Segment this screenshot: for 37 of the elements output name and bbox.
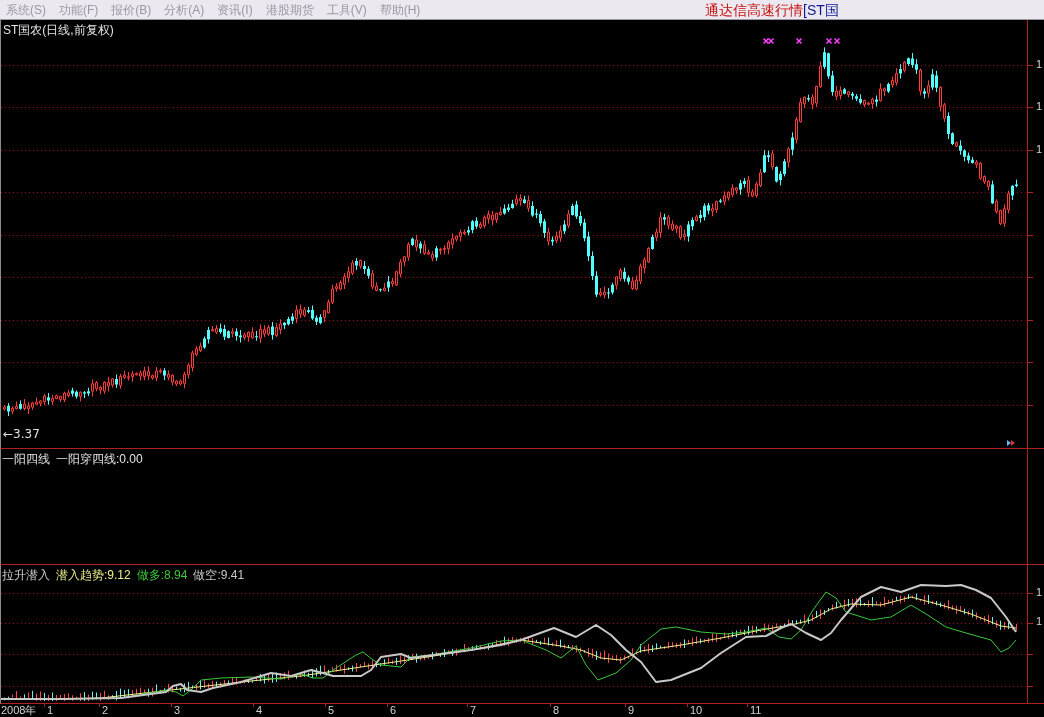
date-label: 7 — [470, 704, 477, 716]
date-label: 11 — [750, 704, 762, 716]
date-label: 8 — [553, 704, 560, 716]
date-label: 9 — [628, 704, 635, 716]
axis-label: 1 — [1036, 58, 1043, 71]
cross-marker-icon — [795, 37, 803, 45]
menu-item[interactable]: 港股期货 — [265, 1, 314, 18]
series-readout: 潜入趋势:9.12 — [56, 568, 131, 582]
date-label: 10 — [690, 704, 703, 716]
date-label: 3 — [174, 704, 181, 716]
menu-item[interactable]: 工具(V) — [326, 1, 367, 18]
indicator-readout: 一阳穿四线:0.00 — [56, 452, 143, 466]
date-label: 5 — [328, 704, 335, 716]
indicator-name: 一阳四线 — [2, 452, 50, 466]
axis-label: 1 — [1036, 615, 1043, 628]
axis-label: 1 — [1036, 100, 1043, 113]
series-readout: 做多:8.94 — [136, 568, 188, 582]
menu-item[interactable]: 系统(S) — [6, 1, 46, 18]
menu-item[interactable]: 分析(A) — [164, 1, 205, 18]
stock-title: [ST国 — [803, 0, 839, 19]
menu-item[interactable]: 帮助(H) — [379, 1, 421, 18]
menu-item[interactable]: 报价(B) — [111, 1, 152, 18]
axis-label: 1 — [1036, 586, 1043, 599]
series-readout: 做空:9.41 — [193, 568, 245, 582]
low-price-label: ←3.37 — [3, 427, 40, 441]
date-label: 2008年 — [1, 704, 37, 716]
date-label: 6 — [390, 704, 397, 716]
double-arrow-icon[interactable] — [1007, 440, 1015, 446]
date-label: 2 — [102, 704, 109, 716]
chart-title: ST国农(日线,前复权) — [3, 23, 114, 37]
menu-item[interactable]: 资讯(I) — [217, 1, 253, 18]
date-label: 4 — [256, 704, 263, 716]
axis-label: 1 — [1036, 143, 1043, 156]
date-label: 1 — [47, 704, 54, 716]
menu-item[interactable]: 功能(F) — [59, 1, 99, 18]
app-title: 通达信高速行情 — [705, 0, 803, 19]
indicator-name: 拉升潜入 — [2, 568, 50, 582]
